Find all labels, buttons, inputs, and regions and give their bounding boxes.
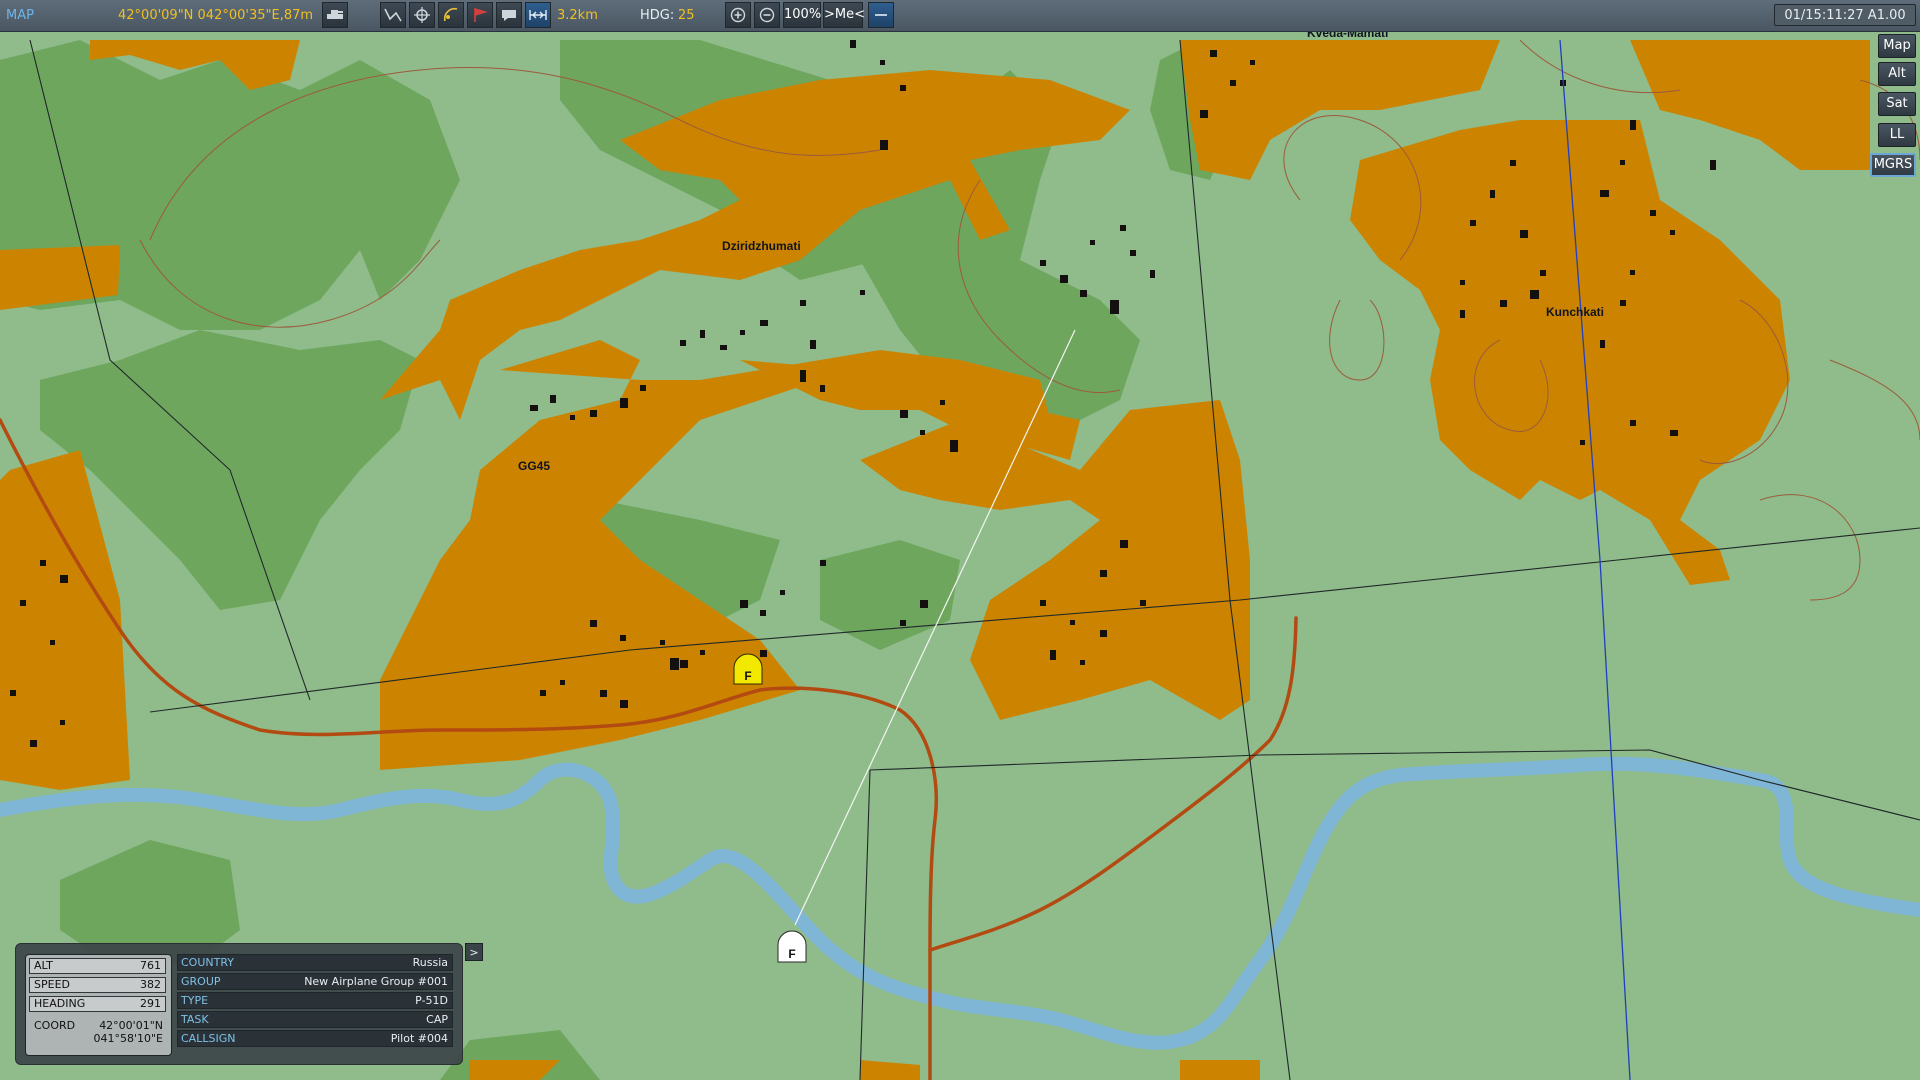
map-label-town: Kvedа-Mamati [1307, 31, 1388, 40]
map-label-town: Dziridzhumati [722, 239, 801, 253]
coord-lon: 041°58'10"E [93, 1032, 163, 1045]
callsign-label: CALLSIGN [181, 1032, 236, 1045]
layer-sat-button[interactable]: Sat [1878, 92, 1916, 116]
group-row: GROUP New Airplane Group #001 [177, 973, 453, 990]
map-canvas[interactable]: Dziridzhumati Kvedа-Mamati Kunchkati GG4… [0, 31, 1920, 1080]
heading-label: HDG: [640, 8, 675, 23]
radar-tool-button[interactable] [438, 2, 464, 28]
unit-marker[interactable]: F [777, 930, 807, 963]
group-label: GROUP [181, 975, 221, 988]
comment-tool-button[interactable] [496, 2, 522, 28]
radar-icon [443, 7, 458, 22]
tank-icon [327, 10, 343, 19]
type-label: TYPE [181, 994, 209, 1007]
unit-info-panel: ALT 761 SPEED 382 HEADING 291 COORD 42°0… [15, 943, 463, 1065]
type-row: TYPE P-51D [177, 992, 453, 1009]
ruler-tool-button[interactable] [525, 2, 551, 28]
speed-label: SPEED [34, 978, 70, 991]
zoom-in-icon [730, 7, 746, 23]
task-row: TASK CAP [177, 1011, 453, 1028]
alt-row: ALT 761 [29, 958, 166, 974]
speed-row: SPEED 382 [29, 977, 166, 993]
task-value: CAP [426, 1013, 448, 1026]
unit-details: COUNTRY Russia GROUP New Airplane Group … [177, 954, 453, 1049]
zoom-level[interactable]: 100% [783, 2, 821, 28]
cursor-coords: 42°00'09"N 042°00'35"E,87m [118, 8, 314, 23]
mission-time: 01/15:11:27 A1.00 [1774, 4, 1916, 26]
alt-value: 761 [140, 959, 161, 972]
coord-label: COORD [34, 1019, 76, 1032]
map-label-town: Kunchkati [1546, 305, 1604, 319]
route-icon [384, 8, 402, 22]
layer-ll-button[interactable]: LL [1878, 123, 1916, 147]
zoom-in-button[interactable] [725, 2, 751, 28]
expand-panel-button[interactable]: > [465, 943, 483, 961]
layer-alt-button[interactable]: Alt [1878, 62, 1916, 86]
layer-mgrs-button[interactable]: MGRS [1870, 153, 1916, 177]
ruler-distance: 3.2km [557, 8, 598, 23]
vehicle-filter-button[interactable] [322, 2, 348, 28]
country-row: COUNTRY Russia [177, 954, 453, 971]
waypoint-marker[interactable]: F [733, 653, 763, 685]
heading-label: HEADING [34, 997, 86, 1010]
group-value: New Airplane Group #001 [304, 975, 448, 988]
mode-label: MAP [6, 8, 34, 23]
heading-value: 25 [678, 8, 695, 23]
zoom-out-button[interactable] [754, 2, 780, 28]
center-on-me-button[interactable]: >Me< [823, 2, 865, 28]
crosshair-icon [414, 7, 430, 23]
speed-value: 382 [140, 978, 161, 991]
flag-icon [474, 7, 488, 22]
comment-icon [502, 10, 516, 21]
coord-row: COORD 42°00'01"N 041°58'10"E [30, 1019, 167, 1051]
unit-label: F [788, 947, 795, 961]
coord-lat: 42°00'01"N [99, 1019, 163, 1032]
callsign-value: Pilot #004 [390, 1032, 448, 1045]
minimize-button[interactable] [868, 2, 894, 28]
type-value: P-51D [415, 994, 448, 1007]
country-label: COUNTRY [181, 956, 234, 969]
threat-tool-button[interactable] [467, 2, 493, 28]
country-value: Russia [412, 956, 448, 969]
layer-map-button[interactable]: Map [1878, 34, 1916, 58]
alt-label: ALT [34, 959, 53, 972]
heading-value: 291 [140, 997, 161, 1010]
target-tool-button[interactable] [409, 2, 435, 28]
map-label-grid: GG45 [518, 459, 550, 473]
top-toolbar: MAP 42°00'09"N 042°00'35"E,87m 3.2km HDG… [0, 0, 1920, 32]
callsign-row: CALLSIGN Pilot #004 [177, 1030, 453, 1047]
heading-row: HEADING 291 [29, 996, 166, 1012]
flight-stats: ALT 761 SPEED 382 HEADING 291 COORD 42°0… [25, 954, 172, 1056]
zoom-out-icon [759, 7, 775, 23]
route-tool-button[interactable] [380, 2, 406, 28]
task-label: TASK [181, 1013, 209, 1026]
waypoint-label: F [744, 669, 751, 683]
dash-icon [875, 14, 887, 16]
ruler-icon [529, 10, 547, 20]
